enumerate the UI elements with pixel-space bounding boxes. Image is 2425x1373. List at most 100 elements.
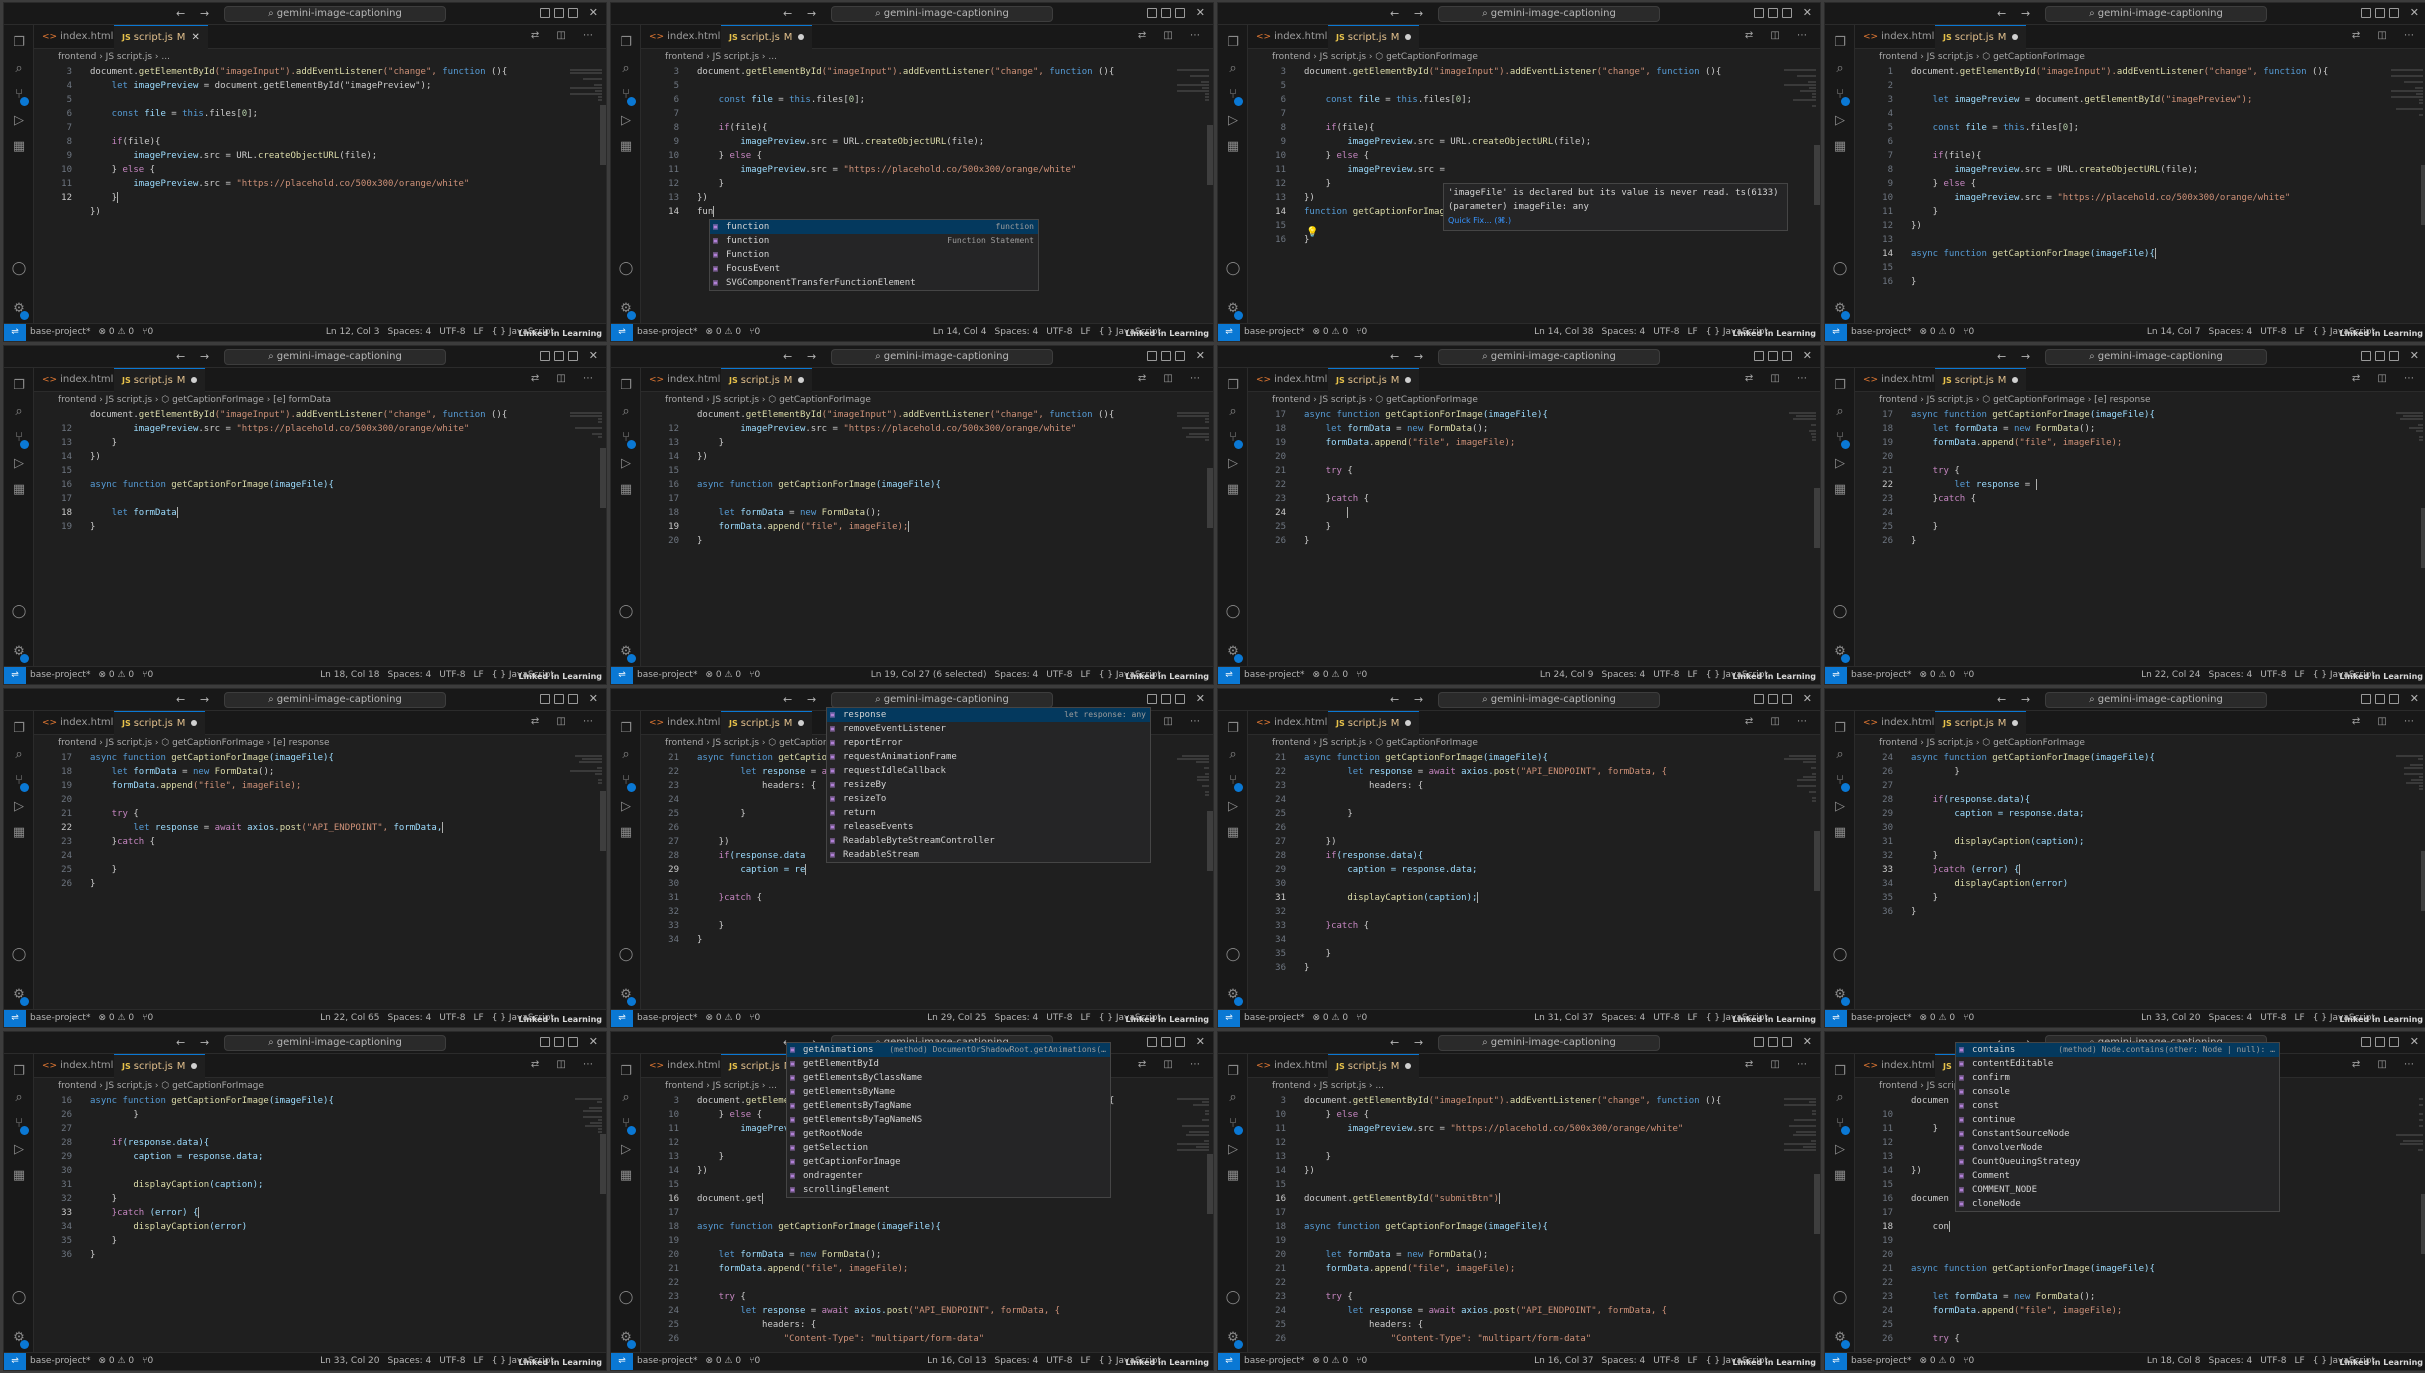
- indentation-status[interactable]: Spaces: 4: [388, 327, 432, 337]
- layout-sidebar-icon[interactable]: [1754, 8, 1764, 18]
- remote-icon[interactable]: ⇌: [1218, 1353, 1240, 1370]
- autocomplete-suggestions[interactable]: ▣ contains (method) Node.contains(other: N…: [1955, 1042, 2280, 1212]
- remote-icon[interactable]: ⇌: [611, 324, 633, 341]
- branch-status[interactable]: base-project*: [1244, 327, 1304, 337]
- layout-panel-icon[interactable]: [1768, 1037, 1778, 1047]
- branch-status[interactable]: base-project*: [1851, 670, 1911, 680]
- files-icon[interactable]: ❐: [1225, 35, 1241, 51]
- account-icon[interactable]: ◯: [1832, 1290, 1848, 1306]
- account-icon[interactable]: ◯: [11, 947, 27, 963]
- remote-icon[interactable]: ⇌: [4, 667, 26, 684]
- indentation-status[interactable]: Spaces: 4: [1602, 1356, 1646, 1366]
- ports-status[interactable]: ⑂0: [1963, 670, 1974, 680]
- tab-script-js[interactable]: JSscript.jsM: [1935, 368, 2027, 392]
- cursor-position[interactable]: Ln 22, Col 65: [320, 1013, 379, 1023]
- account-icon[interactable]: ◯: [618, 947, 634, 963]
- remote-icon[interactable]: ⇌: [4, 1010, 26, 1027]
- remote-icon[interactable]: ⇌: [1218, 667, 1240, 684]
- close-icon[interactable]: ✕: [589, 349, 598, 362]
- suggestion-item[interactable]: ▣ getAnimations (method) DocumentOrShadowR…: [787, 1043, 1110, 1057]
- extensions-icon[interactable]: ▦: [1225, 139, 1241, 155]
- branch-status[interactable]: base-project*: [30, 327, 90, 337]
- arrow-left-icon[interactable]: ←: [783, 693, 792, 706]
- remote-icon[interactable]: ⇌: [1825, 667, 1847, 684]
- layout-panel-icon[interactable]: [2375, 8, 2385, 18]
- indentation-status[interactable]: Spaces: 4: [388, 670, 432, 680]
- autocomplete-suggestions[interactable]: ▣ function function ▣ function Function State…: [709, 219, 1039, 291]
- ports-status[interactable]: ⑂0: [1356, 1356, 1367, 1366]
- cursor-position[interactable]: Ln 14, Col 38: [1534, 327, 1593, 337]
- unsaved-dot-icon[interactable]: [798, 720, 805, 726]
- branch-status[interactable]: base-project*: [1851, 1356, 1911, 1366]
- scrollbar[interactable]: [1814, 145, 1820, 205]
- extensions-icon[interactable]: ▦: [618, 139, 634, 155]
- extensions-icon[interactable]: ▦: [618, 482, 634, 498]
- scrollbar[interactable]: [2421, 851, 2425, 911]
- indentation-status[interactable]: Spaces: 4: [995, 1356, 1039, 1366]
- account-icon[interactable]: ◯: [1832, 261, 1848, 277]
- encoding-status[interactable]: UTF-8: [439, 670, 465, 680]
- branch-status[interactable]: base-project*: [1851, 327, 1911, 337]
- command-center-search[interactable]: ⌕gemini-image-captioning: [1438, 6, 1660, 22]
- scrollbar[interactable]: [2421, 1194, 2425, 1254]
- close-icon[interactable]: ✕: [589, 692, 598, 705]
- layout-secondary-icon[interactable]: [1175, 694, 1185, 704]
- layout-panel-icon[interactable]: [1768, 8, 1778, 18]
- eol-status[interactable]: LF: [1081, 327, 1091, 337]
- eol-status[interactable]: LF: [474, 327, 484, 337]
- layout-sidebar-icon[interactable]: [540, 694, 550, 704]
- layout-panel-icon[interactable]: [554, 351, 564, 361]
- extensions-icon[interactable]: ▦: [1832, 1168, 1848, 1184]
- suggestion-item[interactable]: ▣ Comment: [1956, 1169, 2279, 1183]
- breadcrumb[interactable]: frontend › JS script.js › ...: [34, 49, 606, 65]
- unsaved-dot-icon[interactable]: [1405, 720, 1412, 726]
- arrow-right-icon[interactable]: →: [807, 693, 816, 706]
- tab-script-js[interactable]: JSscript.jsM: [1328, 711, 1420, 735]
- branch-status[interactable]: base-project*: [1851, 1013, 1911, 1023]
- scrollbar[interactable]: [1814, 1174, 1820, 1234]
- account-icon[interactable]: ◯: [1225, 1290, 1241, 1306]
- layout-panel-icon[interactable]: [1161, 351, 1171, 361]
- encoding-status[interactable]: UTF-8: [439, 327, 465, 337]
- indentation-status[interactable]: Spaces: 4: [1602, 327, 1646, 337]
- encoding-status[interactable]: UTF-8: [1653, 1356, 1679, 1366]
- branch-status[interactable]: base-project*: [30, 1013, 90, 1023]
- run-debug-icon[interactable]: ▷: [11, 456, 27, 472]
- indentation-status[interactable]: Spaces: 4: [2209, 327, 2253, 337]
- tab-index-html[interactable]: <> index.html: [34, 1054, 121, 1078]
- layout-sidebar-icon[interactable]: [1147, 351, 1157, 361]
- command-center-search[interactable]: ⌕gemini-image-captioning: [224, 1035, 446, 1051]
- suggestion-item[interactable]: ▣ CountQueuingStrategy: [1956, 1155, 2279, 1169]
- search-icon[interactable]: ⌕: [618, 404, 634, 420]
- run-debug-icon[interactable]: ▷: [1832, 799, 1848, 815]
- arrow-right-icon[interactable]: →: [200, 693, 209, 706]
- tab-script-js[interactable]: JSscript.jsM: [1328, 1054, 1420, 1078]
- editor-actions[interactable]: ⇄ ◫ ⋯: [2352, 716, 2421, 727]
- encoding-status[interactable]: UTF-8: [439, 1356, 465, 1366]
- problems-status[interactable]: ⊗ 0 ⚠ 0: [98, 327, 134, 337]
- unsaved-dot-icon[interactable]: [1405, 34, 1412, 40]
- editor-actions[interactable]: ⇄ ◫ ⋯: [2352, 1059, 2421, 1070]
- command-center-search[interactable]: ⌕gemini-image-captioning: [1438, 692, 1660, 708]
- eol-status[interactable]: LF: [474, 1013, 484, 1023]
- suggestion-item[interactable]: ▣ continue: [1956, 1113, 2279, 1127]
- unsaved-dot-icon[interactable]: [798, 377, 805, 383]
- editor-actions[interactable]: ⇄ ◫ ⋯: [1138, 1059, 1207, 1070]
- run-debug-icon[interactable]: ▷: [1225, 456, 1241, 472]
- arrow-right-icon[interactable]: →: [1414, 693, 1423, 706]
- tab-index-html[interactable]: <> index.html: [1855, 25, 1942, 49]
- breadcrumb[interactable]: frontend › JS script.js › ...: [641, 49, 1213, 65]
- arrow-right-icon[interactable]: →: [200, 350, 209, 363]
- tab-script-js[interactable]: JSscript.jsM: [1935, 711, 2027, 735]
- indentation-status[interactable]: Spaces: 4: [1602, 1013, 1646, 1023]
- eol-status[interactable]: LF: [1081, 670, 1091, 680]
- layout-secondary-icon[interactable]: [1175, 8, 1185, 18]
- extensions-icon[interactable]: ▦: [1832, 825, 1848, 841]
- layout-secondary-icon[interactable]: [1175, 351, 1185, 361]
- encoding-status[interactable]: UTF-8: [2260, 327, 2286, 337]
- account-icon[interactable]: ◯: [618, 261, 634, 277]
- eol-status[interactable]: LF: [1081, 1356, 1091, 1366]
- layout-sidebar-icon[interactable]: [2361, 1037, 2371, 1047]
- suggestion-item[interactable]: ▣ COMMENT_NODE: [1956, 1183, 2279, 1197]
- close-icon[interactable]: ✕: [1196, 6, 1205, 19]
